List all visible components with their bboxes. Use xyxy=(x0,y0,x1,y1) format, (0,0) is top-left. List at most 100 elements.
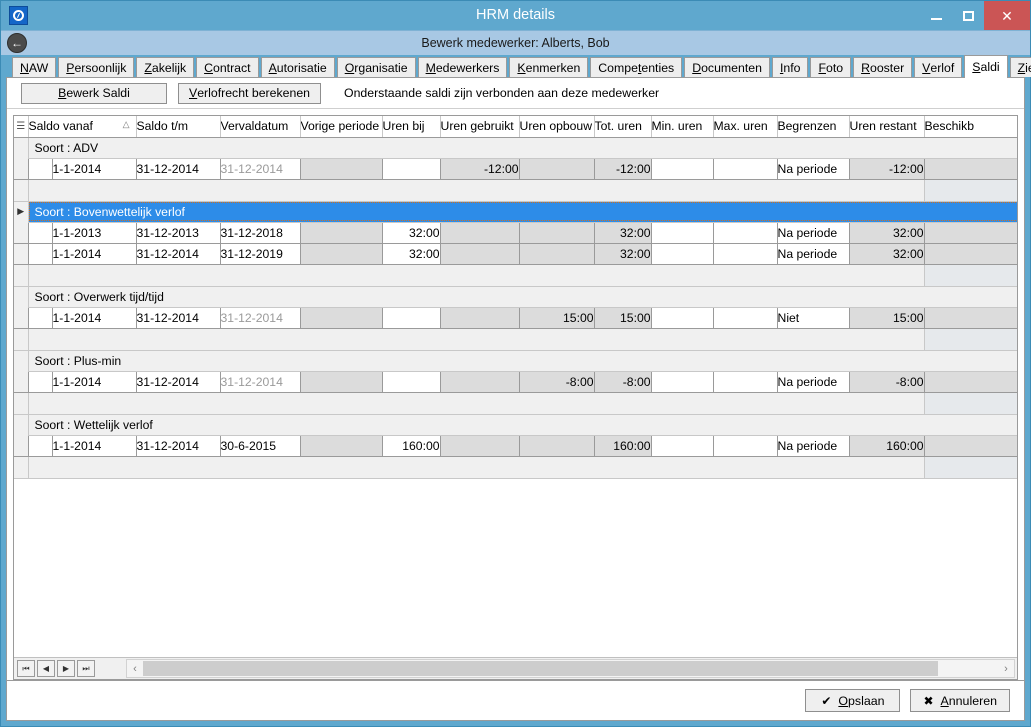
row-selector-cell[interactable] xyxy=(14,328,29,351)
cell-saldo-tm[interactable]: 31-12-2013 xyxy=(136,222,221,244)
cell-saldo-vanaf[interactable]: 1-1-2013 xyxy=(52,222,137,244)
tab-competenties[interactable]: Compe t enties xyxy=(590,57,683,77)
tab-rooster[interactable]: Rooster xyxy=(853,57,913,77)
tab-documenten[interactable]: Documenten xyxy=(684,57,770,77)
cell-uren-bij[interactable]: 32:00 xyxy=(382,222,441,244)
save-button[interactable]: ✔ Opslaan xyxy=(805,689,901,712)
cell-max-uren[interactable] xyxy=(713,371,778,393)
group-header-row[interactable]: Soort : Overwerk tijd/tijd xyxy=(14,286,1017,308)
tab-verlof[interactable]: Verlof xyxy=(914,57,963,77)
group-header-row[interactable]: Soort : Wettelijk verlof xyxy=(14,414,1017,436)
tab-organisatie[interactable]: Organisatie xyxy=(336,57,416,77)
scrollbar-thumb[interactable] xyxy=(143,661,938,676)
tab-foto[interactable]: Foto xyxy=(810,57,852,77)
new-record-cell[interactable] xyxy=(923,391,1017,415)
row-selector-cell[interactable] xyxy=(14,243,29,265)
cell-saldo-tm[interactable]: 31-12-2014 xyxy=(136,307,221,329)
column-header-saldo-vanaf[interactable]: Saldo vanaf △ xyxy=(28,116,137,138)
cell-min-uren[interactable] xyxy=(651,307,714,329)
column-header-uren-opbouw[interactable]: Uren opbouw xyxy=(519,116,595,138)
new-record-row[interactable] xyxy=(14,178,1017,202)
column-header-saldo-t-m[interactable]: Saldo t/m xyxy=(136,116,221,138)
cell-begrenzen[interactable]: Na periode xyxy=(777,371,850,393)
cell-uren-bij[interactable] xyxy=(382,307,441,329)
cell-vervaldatum[interactable]: 31-12-2014 xyxy=(220,371,301,393)
row-selector-cell[interactable] xyxy=(14,286,29,307)
cell-saldo-vanaf[interactable]: 1-1-2014 xyxy=(52,371,137,393)
cell-uren-bij[interactable]: 160:00 xyxy=(382,435,441,457)
new-record-row[interactable] xyxy=(14,327,1017,351)
row-selector-cell[interactable] xyxy=(14,414,29,435)
minimize-button[interactable] xyxy=(920,1,952,30)
row-selector-cell[interactable] xyxy=(14,456,29,479)
group-header-row[interactable]: ▶ Soort : Bovenwettelijk verlof xyxy=(14,201,1017,223)
cell-begrenzen[interactable]: Na periode xyxy=(777,222,850,244)
cell-vervaldatum[interactable]: 31-12-2018 xyxy=(220,222,301,244)
column-header-tot-uren[interactable]: Tot. uren xyxy=(594,116,652,138)
new-record-row[interactable] xyxy=(14,263,1017,287)
cell-saldo-vanaf[interactable]: 1-1-2014 xyxy=(52,307,137,329)
row-selector-cell[interactable] xyxy=(14,264,29,287)
cell-max-uren[interactable] xyxy=(713,307,778,329)
new-record-row[interactable] xyxy=(14,455,1017,479)
cell-vervaldatum[interactable]: 31-12-2014 xyxy=(220,307,301,329)
tab-kenmerken[interactable]: Kenmerken xyxy=(509,57,589,77)
new-record-cell[interactable] xyxy=(923,263,1017,287)
table-row[interactable]: 1-1-2014 31-12-2014 30-6-2015 160:00 160:00 N… xyxy=(14,435,1017,457)
cell-saldo-tm[interactable]: 31-12-2014 xyxy=(136,243,221,265)
tab-zakelijk[interactable]: Zakelijk xyxy=(136,57,195,77)
column-header-min-uren[interactable]: Min. uren xyxy=(651,116,714,138)
tab-medewerkers[interactable]: Medewerkers xyxy=(417,57,508,77)
cell-min-uren[interactable] xyxy=(651,371,714,393)
new-record-cell[interactable] xyxy=(923,327,1017,351)
bewerk-saldi-button[interactable]: Bewerk Saldi xyxy=(21,82,167,104)
cell-max-uren[interactable] xyxy=(713,243,778,265)
cell-vervaldatum[interactable]: 30-6-2015 xyxy=(220,435,301,457)
cell-saldo-tm[interactable]: 31-12-2014 xyxy=(136,435,221,457)
nav-next-button[interactable]: ▶ xyxy=(57,660,75,677)
scrollbar-track-tail[interactable] xyxy=(938,660,998,677)
cell-saldo-vanaf[interactable]: 1-1-2014 xyxy=(52,243,137,265)
row-selector-cell[interactable] xyxy=(14,137,29,158)
tab-persoonlijk[interactable]: Persoonlijk xyxy=(58,57,135,77)
cell-min-uren[interactable] xyxy=(651,222,714,244)
scroll-left-icon[interactable]: ‹ xyxy=(127,660,143,677)
tab-contract[interactable]: Contract xyxy=(196,57,259,77)
tab-saldi[interactable]: Saldi xyxy=(964,55,1008,78)
tab-autorisatie[interactable]: Autorisatie xyxy=(260,57,335,77)
cell-vervaldatum[interactable]: 31-12-2014 xyxy=(220,158,301,180)
column-header-begrenzen[interactable]: Begrenzen xyxy=(777,116,850,138)
row-selector-cell[interactable] xyxy=(14,435,29,457)
table-row[interactable]: 1-1-2014 31-12-2014 31-12-2014 15:00 15:00 Ni… xyxy=(14,307,1017,329)
column-header-uren-bij[interactable]: Uren bij xyxy=(382,116,441,138)
column-header-uren-gebruikt[interactable]: Uren gebruikt xyxy=(440,116,520,138)
cancel-button[interactable]: ✖ Annuleren xyxy=(910,689,1010,712)
table-row[interactable]: 1-1-2014 31-12-2014 31-12-2019 32:00 32:00 Na… xyxy=(14,243,1017,265)
cell-min-uren[interactable] xyxy=(651,435,714,457)
table-row[interactable]: 1-1-2013 31-12-2013 31-12-2018 32:00 32:00 Na… xyxy=(14,222,1017,244)
cell-uren-bij[interactable]: 32:00 xyxy=(382,243,441,265)
row-selector-cell[interactable] xyxy=(14,158,29,180)
cell-uren-bij[interactable] xyxy=(382,158,441,180)
scroll-right-icon[interactable]: › xyxy=(998,660,1014,677)
row-selector-cell[interactable] xyxy=(14,371,29,393)
maximize-button[interactable] xyxy=(952,1,984,30)
horizontal-scrollbar[interactable]: ‹ › xyxy=(126,659,1015,678)
new-record-cell[interactable] xyxy=(923,178,1017,202)
close-button[interactable]: ✕ xyxy=(984,1,1030,30)
row-selector-cell[interactable] xyxy=(14,307,29,329)
table-row[interactable]: 1-1-2014 31-12-2014 31-12-2014 -12:00 -12:00… xyxy=(14,158,1017,180)
column-header-vervaldatum[interactable]: Vervaldatum xyxy=(220,116,301,138)
cell-vervaldatum[interactable]: 31-12-2019 xyxy=(220,243,301,265)
cell-max-uren[interactable] xyxy=(713,158,778,180)
cell-begrenzen[interactable]: Na periode xyxy=(777,158,850,180)
tab-ziekte[interactable]: Ziekte xyxy=(1009,57,1031,77)
row-selector-cell[interactable] xyxy=(14,392,29,415)
cell-saldo-vanaf[interactable]: 1-1-2014 xyxy=(52,435,137,457)
table-row[interactable]: 1-1-2014 31-12-2014 31-12-2014 -8:00 -8:00 Na… xyxy=(14,371,1017,393)
back-icon[interactable]: ← xyxy=(7,33,27,53)
group-header-row[interactable]: Soort : Plus-min xyxy=(14,350,1017,372)
cell-begrenzen[interactable]: Niet xyxy=(777,307,850,329)
row-selector-cell[interactable] xyxy=(14,350,29,371)
cell-uren-bij[interactable] xyxy=(382,371,441,393)
